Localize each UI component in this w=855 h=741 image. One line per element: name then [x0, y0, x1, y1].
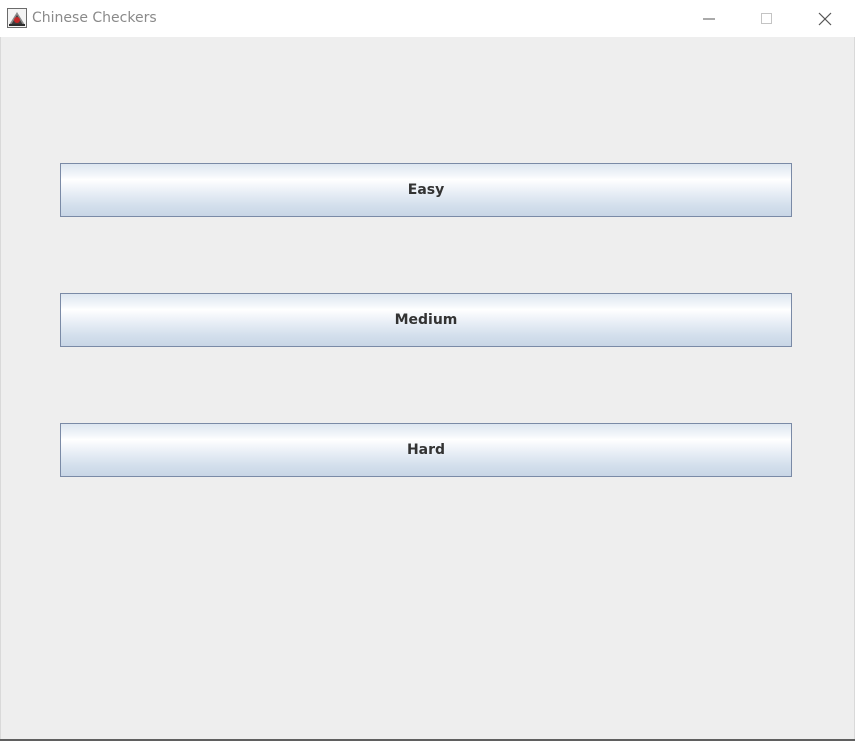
app-window: Chinese Checkers Easy Medium Hard — [0, 0, 855, 741]
title-bar[interactable]: Chinese Checkers — [0, 0, 855, 37]
window-title: Chinese Checkers — [32, 10, 157, 26]
maximize-icon — [761, 12, 772, 24]
minimize-icon — [703, 18, 715, 19]
medium-button[interactable]: Medium — [60, 293, 792, 347]
window-left-border — [0, 37, 1, 739]
maximize-button[interactable] — [738, 0, 796, 37]
content-panel — [0, 37, 855, 739]
app-icon — [7, 8, 27, 28]
close-icon — [818, 12, 832, 25]
close-button[interactable] — [796, 0, 854, 37]
easy-button[interactable]: Easy — [60, 163, 792, 217]
hard-button[interactable]: Hard — [60, 423, 792, 477]
minimize-button[interactable] — [680, 0, 738, 37]
